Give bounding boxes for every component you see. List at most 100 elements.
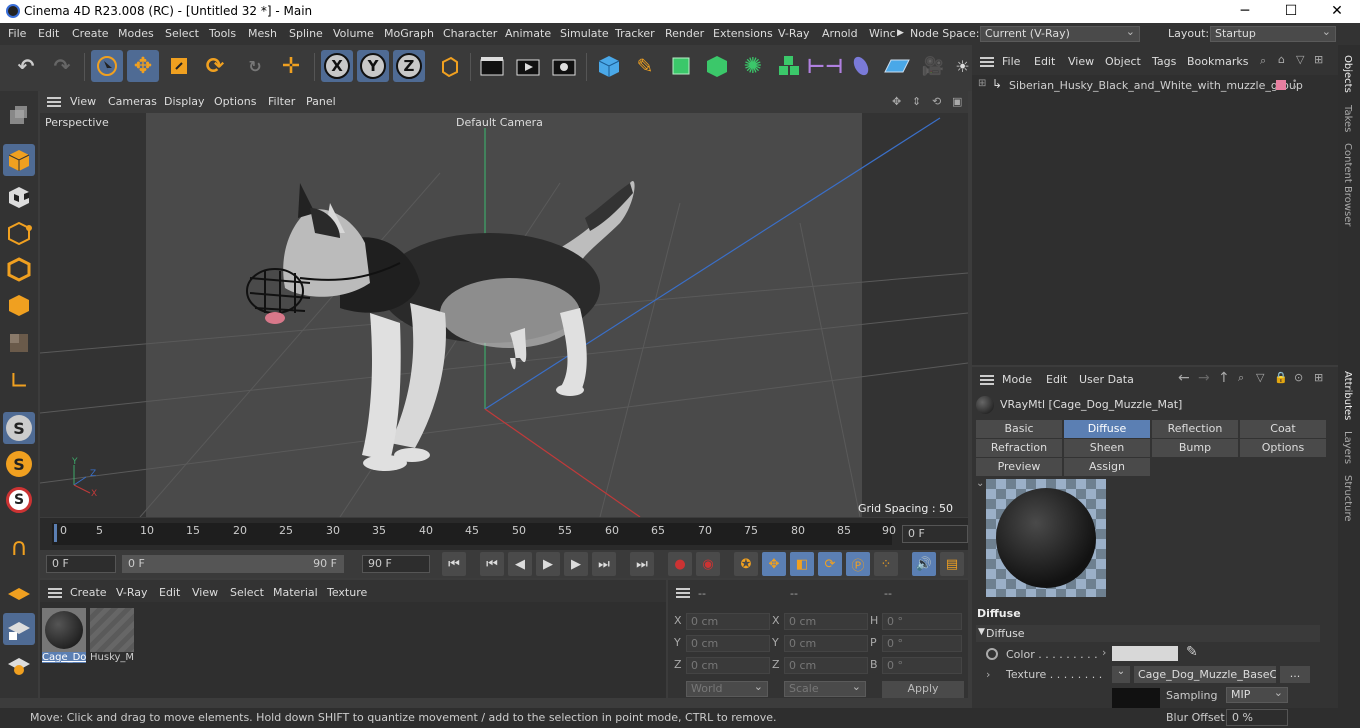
tab-reflection[interactable]: Reflection [1152, 420, 1238, 438]
tab-refraction[interactable]: Refraction [976, 439, 1062, 457]
coordinate-system-icon[interactable] [433, 50, 465, 82]
rotate-tool-icon[interactable]: ⟳ [199, 50, 231, 82]
size-x-field[interactable]: 0 cm [784, 613, 868, 630]
attributes-hamburger-icon[interactable] [980, 375, 994, 385]
redo-icon[interactable]: ↷ [46, 50, 78, 82]
material-preview-sphere[interactable] [986, 479, 1106, 597]
workplane-icon[interactable]: ∟ [3, 365, 35, 397]
attributes-menu-mode[interactable]: Mode [1002, 373, 1032, 386]
position-z-field[interactable]: 0 cm [686, 657, 770, 674]
camera-object-icon[interactable]: 🎥 [917, 50, 949, 82]
attributes-new-window-icon[interactable]: ⊞ [1314, 371, 1323, 384]
rotation-p-field[interactable]: 0 ° [882, 635, 962, 652]
coordinate-mode-dropdown[interactable]: World [686, 680, 768, 697]
back-arrow-icon[interactable]: ← [1178, 370, 1190, 386]
snap-toggle-icon[interactable]: S [3, 412, 35, 444]
material-menu-select[interactable]: Select [230, 586, 264, 599]
grid-plane-icon[interactable] [3, 577, 35, 609]
close-button[interactable]: ✕ [1314, 0, 1360, 23]
group-collapse-icon[interactable]: ▼ [978, 627, 985, 637]
render-settings-icon[interactable] [548, 50, 580, 82]
sampling-dropdown[interactable]: MIP [1226, 686, 1288, 703]
next-frame-icon[interactable]: ▶ [564, 552, 588, 576]
texture-thumbnail[interactable] [1112, 688, 1160, 708]
cloner-icon[interactable] [773, 50, 805, 82]
position-y-field[interactable]: 0 cm [686, 635, 770, 652]
minimize-button[interactable]: ─ [1222, 0, 1268, 23]
record-keys-icon[interactable]: ● [668, 552, 692, 576]
next-keyframe-icon[interactable]: ⏭ [592, 552, 616, 576]
up-arrow-icon[interactable]: ↑ [1218, 370, 1230, 386]
rotation-b-field[interactable]: 0 ° [882, 657, 962, 674]
objects-home-icon[interactable]: ⌂ [1278, 53, 1285, 66]
select-tool-icon[interactable] [91, 50, 123, 82]
attributes-menu-user-data[interactable]: User Data [1079, 373, 1134, 386]
coordinates-hamburger-icon[interactable] [676, 588, 690, 598]
array-generator-icon[interactable]: ✺ [737, 50, 769, 82]
tab-diffuse[interactable]: Diffuse [1064, 420, 1150, 438]
menu-tracker[interactable]: Tracker [615, 27, 655, 40]
objects-menu-edit[interactable]: Edit [1034, 55, 1055, 68]
timeline-window-icon[interactable]: ▤ [940, 552, 964, 576]
sound-icon[interactable]: 🔊 [912, 552, 936, 576]
y-axis-lock-button[interactable]: Y [357, 50, 389, 82]
menu-simulate[interactable]: Simulate [560, 27, 609, 40]
snap-mode-icon[interactable]: S [3, 484, 35, 516]
autokey-icon[interactable]: ◉ [696, 552, 720, 576]
locked-workplane-icon[interactable] [3, 613, 35, 645]
snap-settings-icon[interactable]: S [3, 448, 35, 480]
scale-tool-icon[interactable] [163, 50, 195, 82]
extrude-generator-icon[interactable] [701, 50, 733, 82]
last-tool-icon[interactable]: ↻ [239, 50, 271, 82]
expand-toggle-icon[interactable]: ⊞ [978, 78, 986, 89]
tab-bump[interactable]: Bump [1152, 439, 1238, 457]
eyedropper-icon[interactable]: ✎ [1186, 644, 1198, 660]
viewport-menu-options[interactable]: Options [214, 95, 256, 108]
edge-mode-icon[interactable] [3, 253, 35, 285]
objects-menu-view[interactable]: View [1068, 55, 1094, 68]
menu-create[interactable]: Create [72, 27, 109, 40]
menu-select[interactable]: Select [165, 27, 199, 40]
material-tag-icon[interactable] [1276, 80, 1286, 90]
previous-keyframe-icon[interactable]: ⏮ [480, 552, 504, 576]
move-tool-icon[interactable]: ✥ [127, 50, 159, 82]
texture-menu-arrow-icon[interactable]: ⌄ [1112, 666, 1130, 683]
menu-extensions[interactable]: Extensions [713, 27, 773, 40]
position-x-field[interactable]: 0 cm [686, 613, 770, 630]
subdivision-surface-icon[interactable] [665, 50, 697, 82]
menu-character[interactable]: Character [443, 27, 497, 40]
tab-coat[interactable]: Coat [1240, 420, 1326, 438]
viewport-menu-cameras[interactable]: Cameras [108, 95, 157, 108]
tab-options[interactable]: Options [1240, 439, 1326, 457]
menu-mesh[interactable]: Mesh [248, 27, 277, 40]
end-frame-field[interactable]: 90 F [362, 555, 430, 573]
texture-mode-icon[interactable] [3, 181, 35, 213]
material-menu-texture[interactable]: Texture [327, 586, 367, 599]
object-name[interactable]: Siberian_Husky_Black_and_White_with_muzz… [1009, 79, 1303, 92]
forward-arrow-icon[interactable]: → [1198, 370, 1210, 386]
dock-tab-takes[interactable]: Takes [1342, 105, 1353, 132]
attributes-search-icon[interactable]: ⌕ [1238, 371, 1244, 385]
material-menu-edit[interactable]: Edit [159, 586, 180, 599]
previous-frame-icon[interactable]: ◀ [508, 552, 532, 576]
material-thumb-husky[interactable]: Husky_M [90, 608, 134, 666]
objects-menu-object[interactable]: Object [1105, 55, 1141, 68]
dock-tab-objects[interactable]: Objects [1342, 55, 1353, 93]
maximize-button[interactable]: ☐ [1268, 0, 1314, 23]
preview-collapse-icon[interactable]: ⌄ [976, 478, 984, 489]
light-object-icon[interactable]: ☀ [953, 50, 972, 82]
material-menu-material[interactable]: Material [273, 586, 318, 599]
point-mode-icon[interactable] [3, 217, 35, 249]
layout-dropdown[interactable]: Startup [1210, 25, 1336, 42]
apply-button[interactable]: Apply [882, 681, 964, 698]
viewport-pan-icon[interactable]: ✥ [892, 95, 901, 108]
model-mode-icon[interactable] [3, 144, 35, 176]
color-swatch[interactable] [1112, 646, 1178, 661]
material-menu-view[interactable]: View [192, 586, 218, 599]
key-position-icon[interactable]: ✥ [762, 552, 786, 576]
menu-animate[interactable]: Animate [505, 27, 551, 40]
attributes-menu-edit[interactable]: Edit [1046, 373, 1067, 386]
render-to-picture-viewer-icon[interactable] [512, 50, 544, 82]
menu-overflow-arrow-icon[interactable]: ▶ [897, 28, 904, 38]
material-menu-create[interactable]: Create [70, 586, 107, 599]
